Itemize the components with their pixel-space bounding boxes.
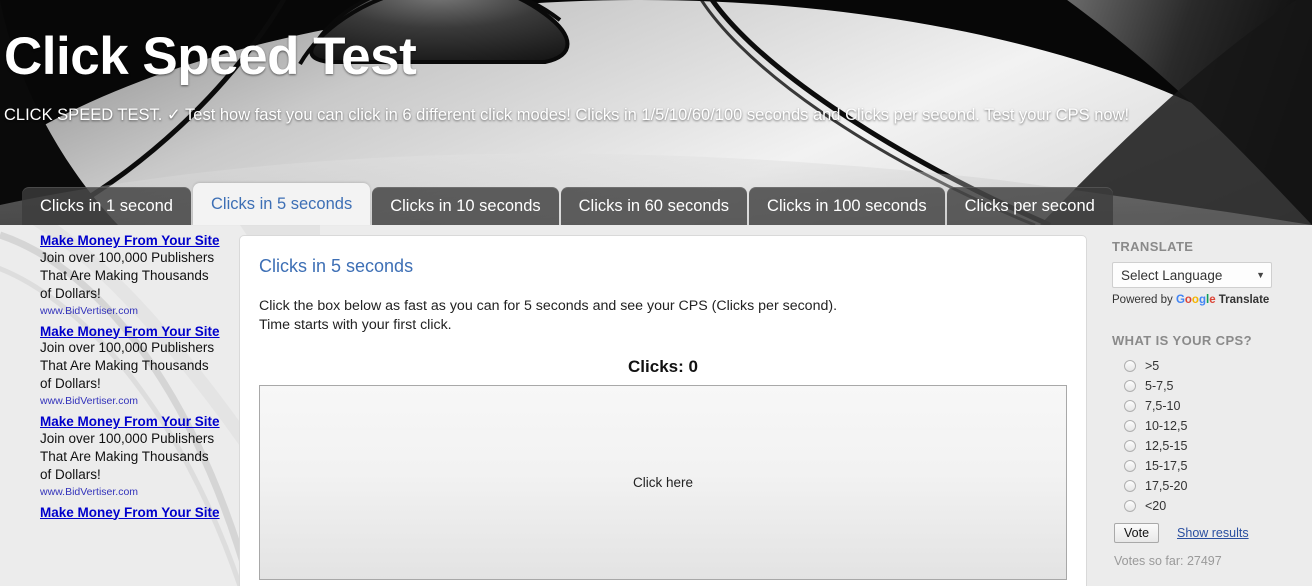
votes-so-far-label: Votes so far: 27497 (1114, 554, 1222, 568)
google-letter-g1: G (1175, 294, 1185, 306)
description-line-1: Click the box below as fast as you can f… (259, 298, 838, 314)
mode-tabs: Clicks in 1 second Clicks in 5 seconds C… (22, 183, 1115, 225)
page-subtitle: CLICK SPEED TEST. ✓ Test how fast you ca… (4, 106, 1130, 124)
content-title: Clicks in 5 seconds (259, 256, 414, 276)
page-body: Make Money From Your Site Join over 100,… (0, 225, 1312, 586)
right-sidebar: TRANSLATE Select Language ▼ Powered by G… (1100, 225, 1312, 586)
google-letter-o2: o (1191, 294, 1199, 306)
poll-option-label: 5-7,5 (1145, 379, 1174, 393)
ad-title-link[interactable]: Make Money From Your Site (40, 233, 220, 249)
chevron-down-icon: ▼ (1256, 270, 1265, 280)
google-letter-o1: o (1184, 294, 1192, 306)
ad-block-partial[interactable]: Make Money From Your Site (40, 505, 220, 521)
poll-option-label: <20 (1145, 499, 1167, 513)
radio-icon[interactable] (1124, 480, 1136, 492)
google-letter-e: e (1209, 294, 1216, 306)
tab-clicks-in-60-seconds[interactable]: Clicks in 60 seconds (560, 187, 748, 225)
radio-icon[interactable] (1124, 440, 1136, 452)
powered-by-google-translate: Powered by Google Translate (1112, 294, 1302, 306)
translate-heading: TRANSLATE (1112, 239, 1194, 254)
click-target-area[interactable]: Click here (259, 385, 1067, 580)
poll-option-label: >5 (1145, 359, 1160, 373)
poll-option-label: 15-17,5 (1145, 459, 1188, 473)
poll-actions: Vote Show results (1114, 523, 1302, 543)
poll-option[interactable]: <20 (1112, 496, 1302, 516)
ad-block[interactable]: Make Money From Your Site Join over 100,… (40, 233, 220, 318)
poll-heading: WHAT IS YOUR CPS? (1112, 333, 1252, 348)
tab-clicks-in-100-seconds[interactable]: Clicks in 100 seconds (749, 187, 945, 225)
ad-title-link[interactable]: Make Money From Your Site (40, 324, 220, 340)
poll-option[interactable]: 17,5-20 (1112, 476, 1302, 496)
poll-option[interactable]: 10-12,5 (1112, 416, 1302, 436)
poll-option-label: 12,5-15 (1145, 439, 1188, 453)
radio-icon[interactable] (1124, 420, 1136, 432)
ad-url-link[interactable]: www.BidVertiser.com (40, 304, 220, 318)
google-letter-g2: g (1198, 294, 1206, 306)
powered-by-label: Powered by (1112, 294, 1173, 306)
content-description: Click the box below as fast as you can f… (259, 297, 1067, 335)
tab-clicks-per-second[interactable]: Clicks per second (946, 187, 1113, 225)
poll-options: >5 5-7,5 7,5-10 10-12,5 12,5-15 15-17,5 … (1112, 356, 1302, 516)
translate-word: Translate (1218, 294, 1270, 306)
ad-block[interactable]: Make Money From Your Site Join over 100,… (40, 414, 220, 499)
poll-option[interactable]: >5 (1112, 356, 1302, 376)
clicks-counter: Clicks: 0 (628, 357, 698, 376)
poll-option[interactable]: 12,5-15 (1112, 436, 1302, 456)
poll-option[interactable]: 5-7,5 (1112, 376, 1302, 396)
click-here-label: Click here (632, 475, 694, 490)
language-select-value: Select Language (1121, 267, 1223, 283)
ad-block[interactable]: Make Money From Your Site Join over 100,… (40, 324, 220, 409)
show-results-link[interactable]: Show results (1177, 526, 1249, 540)
poll-option[interactable]: 7,5-10 (1112, 396, 1302, 416)
ad-description: Join over 100,000 Publishers That Are Ma… (40, 340, 215, 391)
main-content-panel: Clicks in 5 seconds Click the box below … (239, 235, 1087, 586)
language-select[interactable]: Select Language ▼ (1112, 262, 1272, 288)
tab-clicks-in-10-seconds[interactable]: Clicks in 10 seconds (372, 187, 559, 225)
ad-description: Join over 100,000 Publishers That Are Ma… (40, 249, 215, 301)
ad-url-link[interactable]: www.BidVertiser.com (40, 394, 220, 408)
tab-clicks-in-5-seconds[interactable]: Clicks in 5 seconds (192, 183, 371, 225)
poll-option-label: 7,5-10 (1145, 399, 1181, 413)
poll-option[interactable]: 15-17,5 (1112, 456, 1302, 476)
radio-icon[interactable] (1124, 500, 1136, 512)
page-title: Click Speed Test (4, 27, 417, 86)
left-ad-sidebar: Make Money From Your Site Join over 100,… (0, 225, 232, 586)
google-logo: Google (1176, 294, 1216, 306)
poll-option-label: 17,5-20 (1145, 479, 1188, 493)
radio-icon[interactable] (1124, 380, 1136, 392)
radio-icon[interactable] (1124, 400, 1136, 412)
poll-option-label: 10-12,5 (1145, 419, 1188, 433)
tab-clicks-in-1-second[interactable]: Clicks in 1 second (22, 187, 191, 225)
ad-description: Join over 100,000 Publishers That Are Ma… (40, 430, 215, 482)
radio-icon[interactable] (1124, 460, 1136, 472)
ad-url-link[interactable]: www.BidVertiser.com (40, 485, 220, 499)
radio-icon[interactable] (1124, 360, 1136, 372)
ad-title-link[interactable]: Make Money From Your Site (40, 414, 220, 430)
description-line-2: Time starts with your first click. (259, 317, 452, 333)
ad-title-link[interactable]: Make Money From Your Site (40, 505, 220, 521)
vote-button[interactable]: Vote (1114, 523, 1160, 543)
page-root: Click Speed Test CLICK SPEED TEST. ✓ Tes… (0, 0, 1312, 586)
